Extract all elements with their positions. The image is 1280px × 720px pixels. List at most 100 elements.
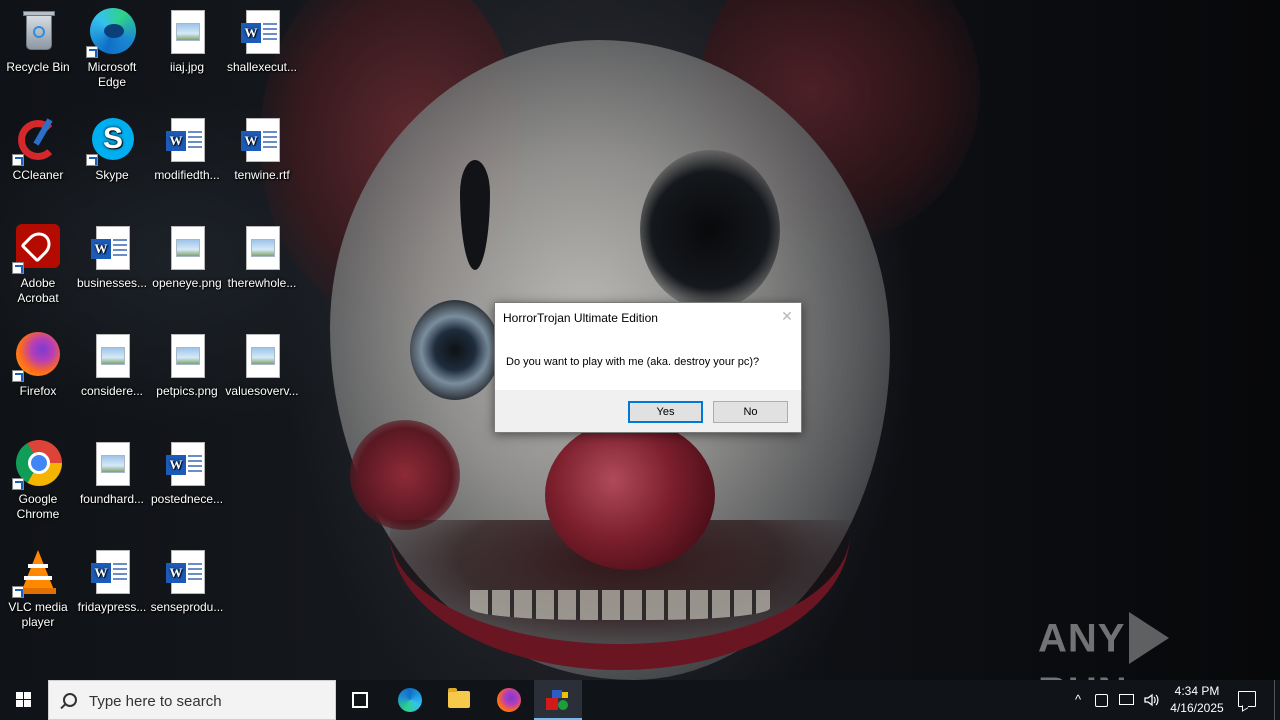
- volume-icon[interactable]: [1143, 692, 1159, 708]
- desktop-icon-label: therewhole...: [227, 276, 297, 290]
- desktop-icon-label: petpics.png: [156, 384, 218, 398]
- word-doc-icon: W: [88, 548, 136, 596]
- clock-time: 4:34 PM: [1174, 684, 1220, 698]
- desktop-icon-petpics[interactable]: petpics.png: [149, 332, 225, 399]
- play-icon: [1129, 612, 1170, 664]
- shortcut-arrow-icon: [12, 154, 24, 166]
- edge-icon: [86, 8, 136, 58]
- desktop-icon-label: fridaypress...: [77, 600, 147, 614]
- notification-icon[interactable]: [1238, 691, 1256, 707]
- dialog-message: Do you want to play with me (aka. destro…: [506, 356, 760, 368]
- taskbar-edge[interactable]: [386, 680, 434, 720]
- desktop-icon-senseprodu[interactable]: W senseprodu...: [149, 548, 225, 615]
- word-doc-icon: W: [163, 440, 211, 488]
- desktop-icon-label: Recycle Bin: [6, 60, 70, 74]
- desktop-icon-considere[interactable]: considere...: [74, 332, 150, 399]
- wallpaper-teeth: [470, 590, 770, 620]
- word-doc-icon: W: [163, 116, 211, 164]
- taskbar-clock[interactable]: 4:34 PM 4/16/2025: [1162, 683, 1232, 717]
- desktop-icon-label: shallexecut...: [226, 60, 298, 74]
- desktop-icon-label: postednece...: [150, 492, 224, 506]
- recycle-bin-icon: [14, 8, 62, 56]
- clock-date: 4/16/2025: [1170, 701, 1224, 715]
- desktop-icon-label: businesses...: [76, 276, 148, 290]
- vlc-icon: [12, 548, 62, 598]
- taskbar-search-box[interactable]: Type here to search: [48, 680, 336, 720]
- no-button[interactable]: No: [713, 401, 788, 423]
- edge-icon: [398, 688, 422, 712]
- start-button[interactable]: [0, 680, 48, 720]
- image-file-icon: [238, 332, 286, 380]
- chevron-up-icon[interactable]: ^: [1070, 692, 1086, 708]
- network-icon[interactable]: [1119, 694, 1134, 705]
- show-desktop-button[interactable]: [1274, 680, 1280, 720]
- image-file-icon: [163, 332, 211, 380]
- skype-icon: S: [86, 116, 136, 166]
- desktop-icon-foundhard[interactable]: foundhard...: [74, 440, 150, 507]
- desktop-icon-label: iiaj.jpg: [169, 60, 205, 74]
- desktop-icon-valuesoverv[interactable]: valuesoverv...: [224, 332, 300, 399]
- image-file-icon: [88, 440, 136, 488]
- yes-button[interactable]: Yes: [628, 401, 703, 423]
- desktop-icon-label: modifiedth...: [154, 168, 220, 182]
- desktop-icon-iiaj[interactable]: iiaj.jpg: [149, 8, 225, 75]
- ccleaner-icon: [12, 116, 62, 166]
- desktop-icon-openeye[interactable]: openeye.png: [149, 224, 225, 291]
- desktop-icon-recycle-bin[interactable]: Recycle Bin: [0, 8, 76, 75]
- dialog-button-bar: Yes No: [495, 390, 801, 432]
- desktop-icon-tenwine[interactable]: W tenwine.rtf: [224, 116, 300, 183]
- wallpaper-eye-right: [640, 150, 780, 310]
- desktop-icon-label: openeye.png: [152, 276, 222, 290]
- message-dialog: HorrorTrojan Ultimate Edition ✕ Do you w…: [494, 302, 802, 433]
- desktop-icon-label: CCleaner: [12, 168, 64, 182]
- anyrun-watermark: ANYRUN: [1038, 612, 1238, 714]
- desktop-icon-microsoft-edge[interactable]: Microsoft Edge: [74, 8, 150, 90]
- shortcut-arrow-icon: [86, 154, 98, 166]
- word-doc-icon: W: [88, 224, 136, 272]
- taskbar-file-explorer[interactable]: [435, 680, 483, 720]
- desktop-icon-label: Firefox: [19, 384, 57, 398]
- desktop-icon-label: Microsoft Edge: [87, 60, 137, 89]
- desktop-icon-ccleaner[interactable]: CCleaner: [0, 116, 76, 183]
- desktop-icon-vlc[interactable]: VLC media player: [0, 548, 76, 630]
- desktop-icon-label: tenwine.rtf: [234, 168, 290, 182]
- desktop-icon-shallexecut[interactable]: W shallexecut...: [224, 8, 300, 75]
- desktop-icon-fridaypress[interactable]: W fridaypress...: [74, 548, 150, 615]
- firefox-icon: [12, 332, 62, 382]
- image-file-icon: [163, 224, 211, 272]
- shortcut-arrow-icon: [86, 46, 98, 58]
- image-file-icon: [238, 224, 286, 272]
- desktop-icon-skype[interactable]: S Skype: [74, 116, 150, 183]
- image-file-icon: [88, 332, 136, 380]
- taskbar-firefox[interactable]: [485, 680, 533, 720]
- close-icon[interactable]: ✕: [779, 308, 795, 324]
- desktop-icon-businesses[interactable]: W businesses...: [74, 224, 150, 291]
- task-view-button[interactable]: [336, 680, 384, 720]
- firefox-icon: [497, 688, 521, 712]
- wallpaper-eye-left: [410, 300, 500, 400]
- desktop-icon-label: considere...: [80, 384, 144, 398]
- shortcut-arrow-icon: [12, 478, 24, 490]
- taskbar: Type here to search ^ 4:34 PM 4/16/2025: [0, 680, 1280, 720]
- shortcut-arrow-icon: [12, 586, 24, 598]
- desktop-icon-label: VLC media player: [8, 600, 68, 629]
- file-explorer-icon: [448, 688, 470, 708]
- acrobat-icon: [12, 224, 62, 274]
- word-doc-icon: W: [238, 8, 286, 56]
- word-doc-icon: W: [238, 116, 286, 164]
- wallpaper-nose: [545, 420, 715, 570]
- word-doc-icon: W: [163, 548, 211, 596]
- wallpaper-cheek: [350, 420, 460, 530]
- desktop-icon-postednece[interactable]: W postednece...: [149, 440, 225, 507]
- dialog-title: HorrorTrojan Ultimate Edition: [503, 311, 658, 325]
- taskbar-horrortrojan[interactable]: [534, 680, 582, 720]
- desktop-icon-google-chrome[interactable]: Google Chrome: [0, 440, 76, 522]
- desktop-icon-modifiedth[interactable]: W modifiedth...: [149, 116, 225, 183]
- meet-now-icon[interactable]: [1095, 694, 1108, 707]
- desktop-icon-therewhole[interactable]: therewhole...: [224, 224, 300, 291]
- desktop-icon-label: Skype: [95, 168, 129, 182]
- desktop-icon-adobe-acrobat[interactable]: Adobe Acrobat: [0, 224, 76, 306]
- image-file-icon: [163, 8, 211, 56]
- desktop-icon-firefox[interactable]: Firefox: [0, 332, 76, 399]
- search-icon: [63, 693, 77, 707]
